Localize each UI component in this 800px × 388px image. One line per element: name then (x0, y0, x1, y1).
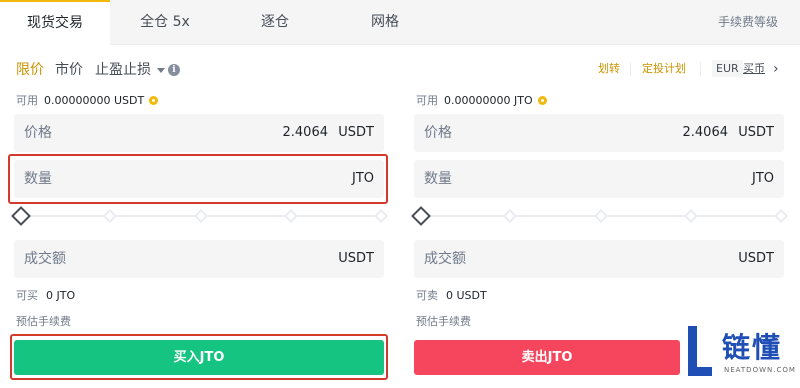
slider-handle[interactable] (11, 206, 31, 226)
currency-badge[interactable]: EUR (712, 60, 743, 77)
fee-level-link[interactable]: 手续费等级 (718, 0, 778, 45)
sell-max-value: 0 USDT (446, 289, 487, 302)
buy-percent-slider[interactable] (11, 206, 389, 226)
auto-invest-link[interactable]: 定投计划 (642, 61, 686, 77)
buy-price-value[interactable]: 2.4064 (283, 114, 329, 152)
slider-tick-100[interactable] (773, 208, 789, 224)
sell-price-value[interactable]: 2.4064 (683, 114, 729, 152)
sell-total-field[interactable]: 成交额 USDT (414, 240, 784, 278)
coin-icon[interactable] (149, 96, 159, 105)
order-type-market[interactable]: 市价 (55, 60, 83, 80)
slider-handle[interactable] (411, 206, 431, 226)
buy-fee-label: 预估手续费 (16, 315, 71, 328)
buy-max-label: 可买 (16, 289, 38, 302)
info-icon[interactable]: i (168, 64, 180, 76)
sell-price-label: 价格 (424, 125, 452, 141)
watermark-logo: 链懂 NEATDOWN.COM (680, 316, 800, 388)
logo-mark-icon (688, 326, 712, 376)
transfer-link[interactable]: 划转 (598, 61, 620, 77)
slider-tick-100[interactable] (373, 208, 389, 224)
tab-cross-margin[interactable]: 全仓 5x (110, 0, 220, 45)
sell-percent-slider[interactable] (411, 206, 789, 226)
slider-tick-50[interactable] (593, 208, 609, 224)
buy-total-unit: USDT (338, 251, 374, 266)
buy-price-field[interactable]: 价格 2.4064 USDT (14, 114, 384, 152)
logo-name: 链懂 (722, 331, 783, 364)
buy-max: 可买 0 JTO (16, 289, 75, 303)
order-type-stop-limit[interactable]: 止盈止损 (95, 60, 165, 80)
sell-amount-unit: JTO (751, 171, 774, 186)
tab-spot[interactable]: 现货交易 (0, 0, 110, 45)
order-type-limit[interactable]: 限价 (16, 60, 44, 80)
sell-amount-label: 数量 (424, 171, 452, 187)
slider-tick-75[interactable] (283, 208, 299, 224)
divider (700, 62, 701, 76)
buy-button[interactable]: 买入JTO (14, 340, 384, 375)
sell-fee-label: 预估手续费 (416, 315, 471, 328)
coin-icon[interactable] (537, 96, 547, 105)
sell-button[interactable]: 卖出JTO (414, 340, 680, 375)
buy-price-unit: USDT (338, 125, 374, 140)
sell-max: 可卖 0 USDT (416, 289, 487, 303)
trade-mode-tabs: 现货交易 全仓 5x 逐仓 网格 手续费等级 (0, 0, 800, 45)
buy-total-field[interactable]: 成交额 USDT (14, 240, 384, 278)
sell-total-unit: USDT (738, 251, 774, 266)
buy-price-label: 价格 (24, 125, 52, 141)
divider (630, 62, 631, 76)
slider-tick-50[interactable] (193, 208, 209, 224)
buy-available-label: 可用 (16, 94, 38, 107)
buy-available-value: 0.00000000 USDT (44, 94, 145, 107)
sell-amount-field[interactable]: 数量 JTO (414, 160, 784, 198)
buy-coin-link[interactable]: 买币 (743, 61, 765, 77)
sell-price-field[interactable]: 价格 2.4064 USDT (414, 114, 784, 152)
slider-tick-25[interactable] (502, 208, 518, 224)
sell-available-value: 0.00000000 JTO (444, 94, 533, 107)
slider-tick-75[interactable] (683, 208, 699, 224)
slider-tick-25[interactable] (102, 208, 118, 224)
sell-price-unit: USDT (738, 125, 774, 140)
sell-max-label: 可卖 (416, 289, 438, 302)
caret-down-icon (157, 67, 165, 73)
sell-available-label: 可用 (416, 94, 438, 107)
logo-subtitle: NEATDOWN.COM (724, 366, 796, 374)
amount-highlight-box (8, 154, 388, 204)
buy-available: 可用 0.00000000 USDT (16, 94, 159, 108)
tab-grid[interactable]: 网格 (330, 0, 440, 45)
tab-isolated-margin[interactable]: 逐仓 (220, 0, 330, 45)
buy-max-value: 0 JTO (46, 289, 76, 302)
sell-total-label: 成交额 (424, 251, 466, 267)
buy-total-label: 成交额 (24, 251, 66, 267)
order-type-stop-limit-label: 止盈止损 (95, 62, 151, 78)
sell-available: 可用 0.00000000 JTO (416, 94, 547, 108)
chevron-right-icon[interactable]: › (773, 62, 781, 76)
